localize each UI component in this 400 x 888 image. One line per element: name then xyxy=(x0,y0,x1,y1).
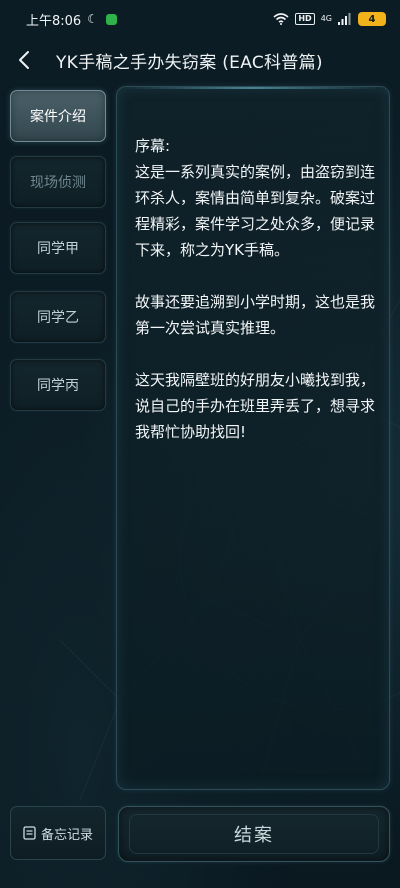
case-text: 序幕: 这是一系列真实的案例，由盗窃到连环杀人，案情由简单到复杂。破案过程精彩，… xyxy=(135,133,377,471)
case-paragraph: 这天我隔壁班的好朋友小曦找到我，说自己的手办在班里弄丢了，想寻求我帮忙协助找回! xyxy=(135,371,376,441)
nav-case-intro[interactable]: 案件介绍 xyxy=(10,90,106,142)
case-content-panel: 序幕: 这是一系列真实的案例，由盗窃到连环杀人，案情由简单到复杂。破案过程精彩，… xyxy=(116,86,390,790)
nav-item-label: 案件介绍 xyxy=(30,109,86,125)
network-type: 4G xyxy=(320,14,332,23)
status-icons: HD 4G 4 xyxy=(273,12,386,26)
status-time: 上午8:06 xyxy=(26,13,82,29)
memo-button[interactable]: 备忘记录 xyxy=(10,806,106,860)
close-case-button[interactable]: 结案 xyxy=(118,806,390,862)
nav-item-label: 同学甲 xyxy=(37,241,79,257)
back-button[interactable] xyxy=(10,46,38,74)
battery-icon: 4 xyxy=(358,12,386,26)
app-notification-icon xyxy=(105,13,117,25)
nav-classmate-b[interactable]: 同学乙 xyxy=(10,291,106,343)
moon-icon: ☾ xyxy=(87,12,98,26)
header: YK手稿之手办失窃案 (EAC科普篇) xyxy=(0,40,400,80)
close-case-label: 结案 xyxy=(234,825,274,846)
app-screen: 上午8:06 ☾ HD 4G 4 YK手稿之手办失窃案 (EAC科普篇) 案件介… xyxy=(0,0,400,888)
battery-level: 4 xyxy=(368,13,376,25)
chevron-left-icon xyxy=(19,51,29,69)
page-title: YK手稿之手办失窃案 (EAC科普篇) xyxy=(56,53,323,73)
hd-badge: HD xyxy=(295,13,315,25)
nav-scene-detection[interactable]: 现场侦测 xyxy=(10,156,106,208)
nav-item-label: 同学乙 xyxy=(37,310,79,326)
nav-item-label: 同学丙 xyxy=(37,378,79,394)
case-paragraph: 故事还要追溯到小学时期，这也是我第一次尝试真实推理。 xyxy=(135,293,376,337)
status-bar: 上午8:06 ☾ HD 4G 4 xyxy=(0,0,400,38)
memo-label: 备忘记录 xyxy=(40,827,93,843)
nav-classmate-c[interactable]: 同学丙 xyxy=(10,359,106,411)
nav-classmate-a[interactable]: 同学甲 xyxy=(10,222,106,274)
notebook-icon xyxy=(23,826,36,840)
case-paragraph: 序幕: 这是一系列真实的案例，由盗窃到连环杀人，案情由简单到复杂。破案过程精彩，… xyxy=(135,137,376,259)
signal-icon xyxy=(338,13,351,25)
wifi-icon xyxy=(273,13,289,25)
nav-item-label: 现场侦测 xyxy=(30,175,86,191)
